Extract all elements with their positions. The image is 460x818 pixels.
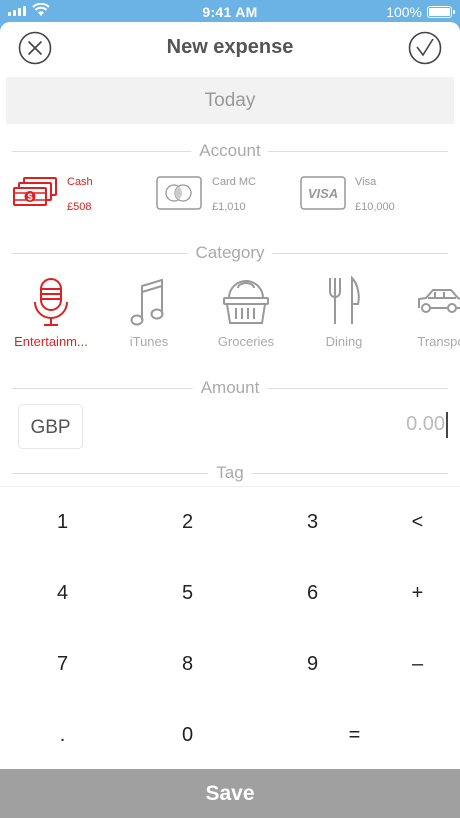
key-minus[interactable]: – xyxy=(360,629,460,699)
key-backspace[interactable]: < xyxy=(360,487,460,557)
category-label: Transpo xyxy=(417,334,460,349)
key-7[interactable]: 7 xyxy=(5,629,120,699)
key-0[interactable]: 0 xyxy=(130,700,245,770)
key-decimal[interactable]: . xyxy=(5,700,120,770)
account-name: Card MC xyxy=(212,176,257,188)
date-field[interactable]: Today xyxy=(6,77,454,124)
account-section-label: Account xyxy=(191,141,269,161)
key-2[interactable]: 2 xyxy=(130,487,245,557)
tag-section-label: Tag xyxy=(208,463,252,483)
account-card-mc[interactable]: Card MC £1,010 xyxy=(156,172,286,222)
amount-value: 0.00 xyxy=(406,413,445,435)
currency-button[interactable]: GBP xyxy=(18,404,83,449)
cash-icon: $ xyxy=(13,177,57,206)
category-itunes[interactable]: iTunes xyxy=(104,276,194,356)
category-label: Groceries xyxy=(217,334,275,349)
account-balance: £1,010 xyxy=(212,201,246,213)
svg-text:VISA: VISA xyxy=(308,186,338,201)
account-visa[interactable]: VISA Visa £10,000 xyxy=(300,172,440,222)
category-label: iTunes xyxy=(129,334,169,349)
key-6[interactable]: 6 xyxy=(255,558,370,628)
header: New expense xyxy=(0,22,460,74)
account-balance: £10,000 xyxy=(355,201,395,213)
car-icon xyxy=(418,289,460,313)
key-5[interactable]: 5 xyxy=(130,558,245,628)
amount-section-divider: Amount xyxy=(12,378,448,398)
key-4[interactable]: 4 xyxy=(5,558,120,628)
category-list: Entertainm... iTunes Groceries Dining Tr… xyxy=(0,276,460,356)
account-name: Cash xyxy=(67,176,93,188)
basket-icon xyxy=(223,280,269,324)
microphone-icon xyxy=(34,278,68,326)
text-cursor xyxy=(446,411,448,438)
category-label: Dining xyxy=(325,334,363,349)
account-name: Visa xyxy=(355,176,377,188)
category-dining[interactable]: Dining xyxy=(299,276,389,356)
expense-sheet: New expense Today Account $ Cash £508 Ca… xyxy=(0,22,460,818)
category-groceries[interactable]: Groceries xyxy=(201,276,291,356)
key-plus[interactable]: + xyxy=(360,558,460,628)
checkmark-icon[interactable] xyxy=(408,31,442,65)
status-bar: 9:41 AM 100% xyxy=(0,0,460,24)
account-cash[interactable]: $ Cash £508 xyxy=(12,172,142,222)
svg-text:$: $ xyxy=(27,192,32,202)
key-3[interactable]: 3 xyxy=(255,487,370,557)
numeric-keypad: 1 2 3 < 4 5 6 + 7 8 9 – . 0 = xyxy=(0,486,460,768)
category-section-label: Category xyxy=(187,243,273,263)
amount-input[interactable]: 0.00 xyxy=(406,410,448,438)
key-equals[interactable]: = xyxy=(297,700,412,770)
battery-icon xyxy=(427,6,455,18)
account-list: $ Cash £508 Card MC £1,010 VISA Visa £10… xyxy=(0,172,460,222)
account-balance: £508 xyxy=(67,201,92,213)
key-9[interactable]: 9 xyxy=(255,629,370,699)
mastercard-icon xyxy=(156,176,202,210)
key-1[interactable]: 1 xyxy=(5,487,120,557)
battery-percent: 100% xyxy=(386,4,422,20)
key-8[interactable]: 8 xyxy=(130,629,245,699)
page-title: New expense xyxy=(166,36,294,58)
category-label: Entertainm... xyxy=(14,334,88,349)
save-button[interactable]: Save xyxy=(0,769,460,818)
category-entertainment[interactable]: Entertainm... xyxy=(6,276,96,356)
category-transport[interactable]: Transpo xyxy=(396,276,460,356)
category-section-divider: Category xyxy=(12,243,448,263)
tag-section-divider: Tag xyxy=(12,463,448,483)
music-note-icon xyxy=(130,278,164,326)
visa-icon: VISA xyxy=(300,176,346,210)
fork-knife-icon xyxy=(329,276,360,324)
amount-section-label: Amount xyxy=(192,378,268,398)
account-section-divider: Account xyxy=(12,141,448,161)
